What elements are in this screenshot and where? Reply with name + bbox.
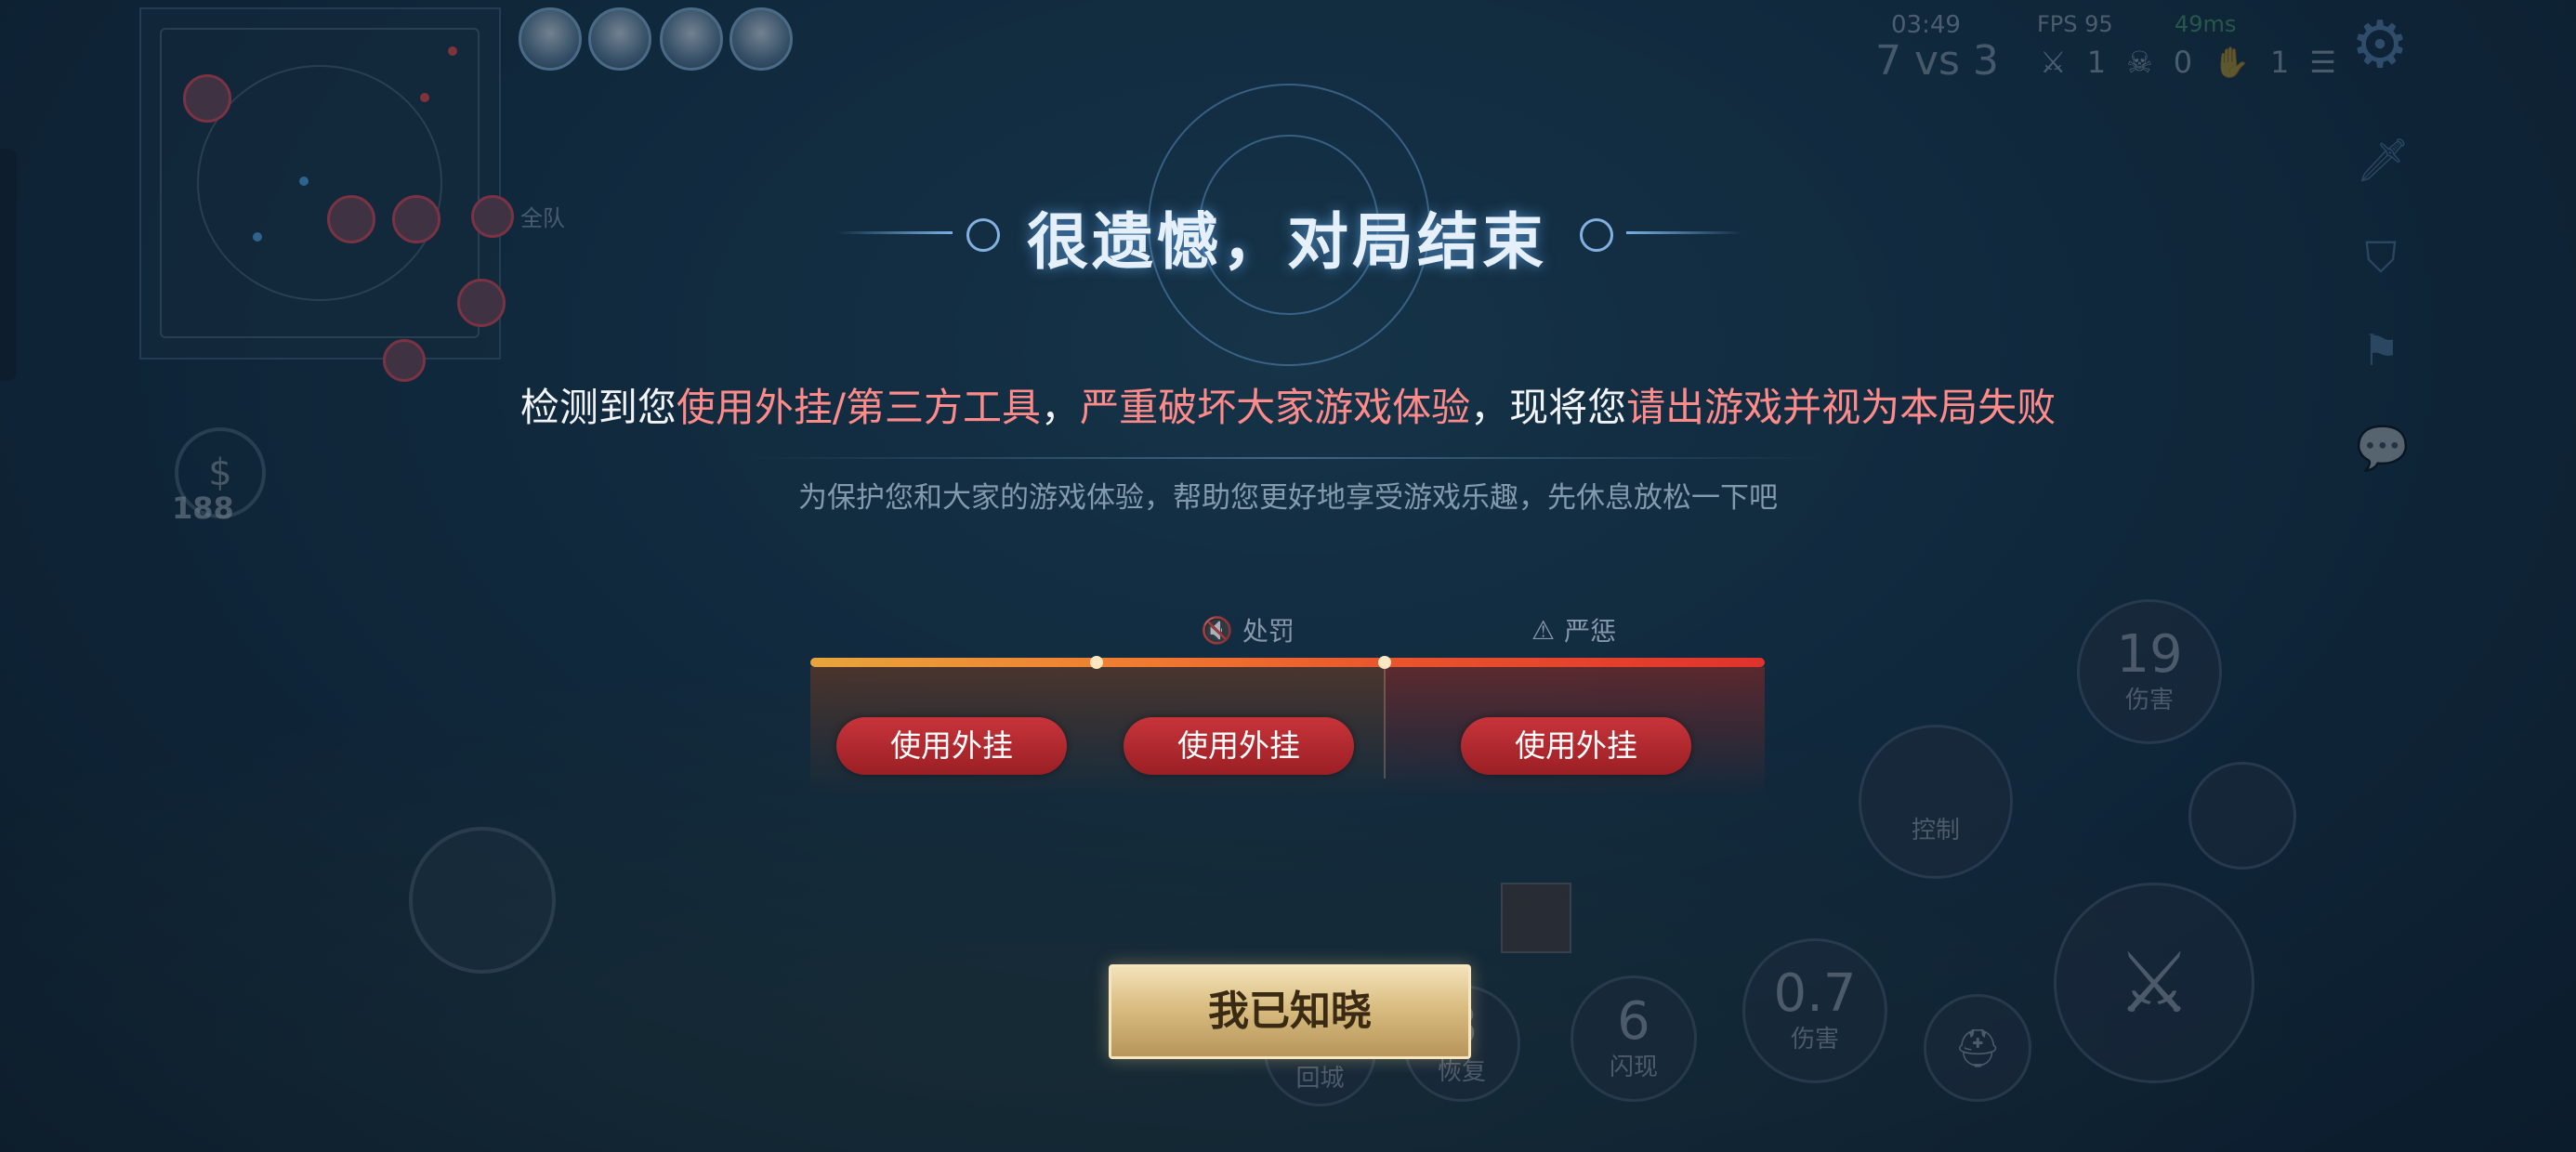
progress-marker [1090, 656, 1103, 669]
violation-tag: 使用外挂 [1124, 717, 1354, 775]
message-part-highlight: 严重破坏大家游戏体验 [1080, 385, 1471, 430]
panel-divider [1384, 667, 1386, 779]
mute-icon: 🔇 [1201, 614, 1233, 646]
penalty-message: 检测到您使用外挂/第三方工具，严重破坏大家游戏体验，现将您请出游戏并视为本局失败 [0, 376, 2576, 433]
violation-tag: 使用外挂 [1461, 717, 1691, 775]
message-part-highlight: 使用外挂/第三方工具 [676, 385, 1042, 430]
stage-punish: 🔇 处罚 [1201, 614, 1295, 648]
message-part: ，现将您 [1470, 385, 1627, 430]
warning-icon: ⚠ [1531, 614, 1556, 646]
message-divider [743, 457, 1831, 459]
progress-marker [1378, 656, 1391, 669]
penalty-progress-bar [810, 658, 1765, 667]
stage-severe: ⚠ 严惩 [1531, 614, 1617, 648]
message-part: ， [1041, 385, 1081, 430]
sub-message: 为保护您和大家的游戏体验，帮助您更好地享受游戏乐趣，先休息放松一下吧 [798, 481, 1778, 515]
dialog-title: 很遗憾，对局结束 [1027, 206, 1547, 278]
message-part-highlight: 请出游戏并视为本局失败 [1626, 385, 2057, 430]
dialog-title-banner: 很遗憾，对局结束 [818, 84, 1756, 366]
violation-tag: 使用外挂 [836, 717, 1067, 775]
acknowledge-button[interactable]: 我已知晓 [1109, 964, 1471, 1059]
message-part: 检测到您 [519, 385, 677, 430]
